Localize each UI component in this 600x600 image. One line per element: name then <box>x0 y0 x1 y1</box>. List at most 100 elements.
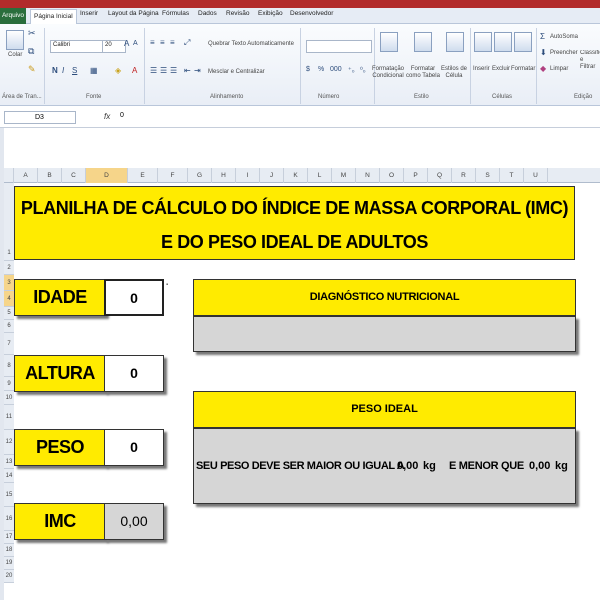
row-header-10[interactable]: 10 <box>4 391 14 405</box>
tab-formulas[interactable]: Fórmulas <box>162 10 189 17</box>
underline-icon[interactable]: S <box>72 66 77 75</box>
font-color-icon[interactable]: A <box>132 66 137 75</box>
cut-icon[interactable]: ✂ <box>28 28 36 39</box>
select-all-corner[interactable] <box>4 168 14 183</box>
decrease-decimal-icon[interactable]: ⁰₀ <box>360 66 366 74</box>
tab-inserir[interactable]: Inserir <box>80 10 98 17</box>
formula-input[interactable]: 0 <box>120 112 124 119</box>
format-table-icon[interactable] <box>414 32 432 52</box>
fill-color-icon[interactable]: ◈ <box>115 66 121 75</box>
column-header-p[interactable]: P <box>404 168 428 183</box>
orientation-icon[interactable]: ⤢ <box>184 38 190 48</box>
column-header-b[interactable]: B <box>38 168 62 183</box>
tab-dados[interactable]: Dados <box>198 10 217 17</box>
column-header-n[interactable]: N <box>356 168 380 183</box>
percent-icon[interactable]: % <box>318 66 324 73</box>
font-size-select[interactable]: 20 <box>102 40 126 53</box>
row-header-13[interactable]: 13 <box>4 455 14 469</box>
column-header-o[interactable]: O <box>380 168 404 183</box>
tab-layout-da-pagina[interactable]: Layout da Página <box>108 10 159 17</box>
copy-icon[interactable]: ⧉ <box>28 46 34 57</box>
italic-icon[interactable]: I <box>62 66 64 75</box>
align-top-icon[interactable]: ≡ <box>150 38 155 47</box>
delete-cells-icon[interactable] <box>494 32 512 52</box>
format-button[interactable]: Formatar <box>511 66 535 72</box>
column-header-f[interactable]: F <box>158 168 188 183</box>
align-bottom-icon[interactable]: ≡ <box>170 38 175 47</box>
column-header-k[interactable]: K <box>284 168 308 183</box>
insert-button[interactable]: Inserir <box>473 66 490 72</box>
align-left-icon[interactable]: ☰ <box>150 66 157 75</box>
delete-button[interactable]: Excluir <box>492 66 510 72</box>
column-header-i[interactable]: I <box>236 168 260 183</box>
decrease-indent-icon[interactable]: ⇤ <box>184 66 191 75</box>
bold-icon[interactable]: N <box>52 66 58 75</box>
row-header-6[interactable]: 6 <box>4 320 14 333</box>
grow-font-icon[interactable]: A <box>124 39 129 48</box>
row-header-9[interactable]: 9 <box>4 377 14 391</box>
cell-styles-icon[interactable] <box>446 32 464 52</box>
autosum-button[interactable]: AutoSoma <box>550 34 578 40</box>
format-cells-icon[interactable] <box>514 32 532 52</box>
number-format-select[interactable] <box>306 40 372 53</box>
column-header-q[interactable]: Q <box>428 168 452 183</box>
column-header-s[interactable]: S <box>476 168 500 183</box>
row-header-12[interactable]: 12 <box>4 430 14 455</box>
font-name-select[interactable]: Calibri <box>50 40 104 53</box>
align-center-icon[interactable]: ☰ <box>160 66 167 75</box>
row-header-4[interactable]: 4 <box>4 291 14 307</box>
tab-exibicao[interactable]: Exibição <box>258 10 283 17</box>
row-header-20[interactable]: 20 <box>4 570 14 583</box>
clear-icon[interactable]: ◆ <box>540 64 546 73</box>
altura-input[interactable]: 0 <box>104 355 164 392</box>
row-header-11[interactable]: 11 <box>4 405 14 430</box>
comma-style-icon[interactable]: 000 <box>330 66 342 73</box>
format-table-button[interactable]: Formatar como Tabela <box>406 66 440 80</box>
column-header-m[interactable]: M <box>332 168 356 183</box>
row-header-3[interactable]: 3 <box>4 275 14 291</box>
row-header-5[interactable]: 5 <box>4 307 14 320</box>
wrap-text-button[interactable]: Quebrar Texto Automaticamente <box>208 41 294 47</box>
peso-input[interactable]: 0 <box>104 429 164 466</box>
conditional-format-icon[interactable] <box>380 32 398 52</box>
tab-arquivo[interactable]: Arquivo <box>0 8 26 24</box>
column-header-l[interactable]: L <box>308 168 332 183</box>
row-header-16[interactable]: 16 <box>4 507 14 531</box>
sort-filter-button[interactable]: Classificar e Filtrar <box>580 50 600 71</box>
align-middle-icon[interactable]: ≡ <box>160 38 165 47</box>
increase-indent-icon[interactable]: ⇥ <box>194 66 201 75</box>
column-header-u[interactable]: U <box>524 168 548 183</box>
column-header-j[interactable]: J <box>260 168 284 183</box>
align-right-icon[interactable]: ☰ <box>170 66 177 75</box>
row-header-8[interactable]: 8 <box>4 355 14 377</box>
tab-revisao[interactable]: Revisão <box>226 10 249 17</box>
merge-center-button[interactable]: Mesclar e Centralizar <box>208 69 265 75</box>
row-header-19[interactable]: 19 <box>4 557 14 570</box>
name-box[interactable]: D3 <box>4 111 76 124</box>
column-header-h[interactable]: H <box>212 168 236 183</box>
shrink-font-icon[interactable]: A <box>133 40 138 47</box>
column-header-t[interactable]: T <box>500 168 524 183</box>
row-header-15[interactable]: 15 <box>4 483 14 507</box>
column-header-e[interactable]: E <box>128 168 158 183</box>
fill-icon[interactable]: ⬇ <box>540 48 547 57</box>
paste-icon[interactable] <box>6 30 24 50</box>
fill-button[interactable]: Preencher <box>550 50 578 56</box>
row-header-2[interactable]: 2 <box>4 261 14 275</box>
idade-input[interactable]: 0 <box>104 279 164 316</box>
format-painter-icon[interactable]: ✎ <box>28 64 36 75</box>
increase-decimal-icon[interactable]: ⁺₀ <box>348 66 355 74</box>
row-header-14[interactable]: 14 <box>4 469 14 483</box>
conditional-format-button[interactable]: Formatação Condicional <box>372 66 404 80</box>
currency-icon[interactable]: $ <box>306 66 310 73</box>
column-header-a[interactable]: A <box>14 168 38 183</box>
row-header-7[interactable]: 7 <box>4 333 14 355</box>
column-header-g[interactable]: G <box>188 168 212 183</box>
insert-cells-icon[interactable] <box>474 32 492 52</box>
tab-desenvolvedor[interactable]: Desenvolvedor <box>290 10 333 17</box>
borders-icon[interactable]: ▦ <box>90 66 98 75</box>
column-header-d[interactable]: D <box>86 168 128 183</box>
autosum-icon[interactable]: Σ <box>540 32 545 41</box>
column-header-c[interactable]: C <box>62 168 86 183</box>
function-icon[interactable]: fx <box>104 112 110 121</box>
